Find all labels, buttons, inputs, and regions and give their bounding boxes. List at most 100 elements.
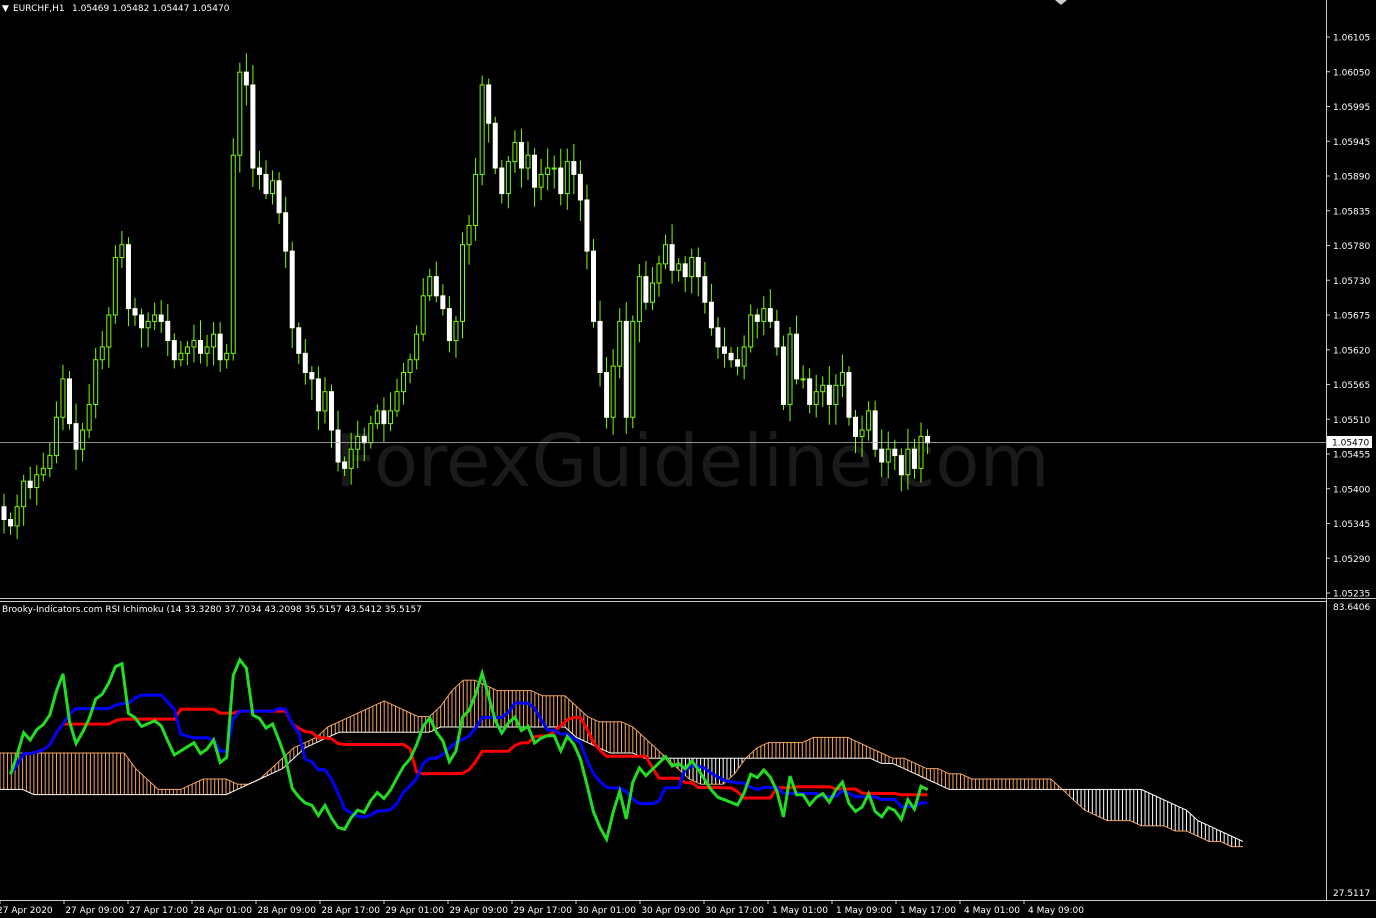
candle-body [80, 429, 86, 450]
candle-body [826, 384, 832, 405]
watermark-text: ForexGuideline.com [335, 419, 1050, 503]
current-price-label: 1.05470 [1332, 439, 1369, 449]
candle-body [401, 372, 407, 393]
candle-body [53, 416, 59, 457]
price-tick-label: 1.05400 [1333, 485, 1370, 495]
price-tick-label: 1.05995 [1333, 103, 1370, 113]
time-tick-label: 1 May 01:00 [772, 906, 828, 916]
time-tick-label: 1 May 17:00 [900, 906, 956, 916]
candle-body [689, 256, 695, 278]
ohlc-label: 1.05469 1.05482 1.05447 1.05470 [72, 4, 230, 14]
candle-body [309, 372, 315, 380]
candle-body [918, 435, 924, 469]
candle-body [315, 378, 321, 412]
candle-body [820, 384, 826, 393]
candle-body [178, 352, 184, 361]
price-tick-label: 1.05455 [1333, 451, 1370, 461]
time-tick-label: 30 Apr 09:00 [641, 906, 700, 916]
candle-body [394, 391, 400, 412]
price-tick-label: 1.05510 [1333, 416, 1370, 426]
candle-body [925, 435, 931, 444]
candle-body [446, 308, 452, 342]
candle-body [433, 276, 439, 297]
time-tick-label: 29 Apr 09:00 [449, 906, 508, 916]
candle-body [414, 333, 420, 361]
candle-body [663, 244, 669, 265]
candle-body [47, 455, 53, 469]
candle-body [545, 167, 551, 175]
indicator-label: Brooky-Indicators.com RSI Ichimoku (14 3… [2, 605, 422, 615]
candle-body [473, 173, 479, 227]
candle-body [420, 295, 426, 335]
collapse-triangle-icon[interactable]: ▼ [2, 4, 9, 14]
candle-body [407, 359, 413, 374]
candle-body [243, 71, 249, 86]
candle-body [741, 346, 747, 367]
candle-body [643, 276, 649, 303]
candle-body [597, 320, 603, 374]
indicator-min-label: 27.5117 [1333, 889, 1370, 899]
candle-body [702, 276, 708, 303]
price-tick-label: 1.05235 [1333, 590, 1370, 600]
candle-body [682, 263, 688, 278]
candle-body [551, 167, 557, 170]
candle-body [486, 84, 492, 124]
time-tick-label: 29 Apr 17:00 [513, 906, 572, 916]
candle-body [119, 244, 125, 258]
candle-body [106, 314, 112, 348]
candle-body [807, 378, 813, 405]
candle-body [872, 410, 878, 450]
candle-body [564, 161, 570, 195]
candle-body [610, 365, 616, 418]
candle-body [898, 455, 904, 476]
candle-body [335, 429, 341, 463]
price-tick-label: 1.05890 [1333, 173, 1370, 183]
time-tick-label: 4 May 09:00 [1028, 906, 1084, 916]
candle-body [774, 320, 780, 348]
candle-body [302, 352, 308, 374]
candle-body [800, 378, 806, 381]
candle-body [237, 71, 243, 156]
candle-body [171, 340, 177, 361]
candle-body [145, 320, 151, 329]
candle-body [361, 435, 367, 444]
candle-body [754, 314, 760, 322]
candle-body [230, 154, 236, 354]
candle-body [735, 359, 741, 367]
price-tick-label: 1.06050 [1333, 68, 1370, 78]
candle-body [911, 448, 917, 469]
candle-body [86, 403, 92, 431]
price-tick-label: 1.05730 [1333, 277, 1370, 287]
candle-body [1, 506, 7, 521]
candle-body [571, 161, 577, 175]
candle-body [676, 263, 682, 271]
chart-window[interactable]: ForexGuideline.com 1.06105 1.06050 1.05995… [0, 0, 1376, 918]
candle-body [460, 244, 465, 322]
candle-body [112, 256, 118, 316]
candle-body [584, 199, 590, 252]
candle-body [532, 154, 538, 188]
candle-body [158, 314, 164, 322]
candle-body [342, 461, 348, 469]
time-tick-label: 30 Apr 17:00 [705, 906, 764, 916]
candle-body [839, 372, 845, 386]
indicator-max-label: 83.6406 [1333, 603, 1370, 613]
candle-body [813, 391, 819, 405]
price-tick-label: 1.05945 [1333, 138, 1370, 148]
candle-body [905, 448, 911, 476]
price-tick-label: 1.05290 [1333, 555, 1370, 565]
price-tick-label: 1.05835 [1333, 207, 1370, 217]
time-tick-label: 28 Apr 09:00 [257, 906, 316, 916]
price-tick-label: 1.05345 [1333, 520, 1370, 530]
candle-body [715, 327, 721, 348]
candle-body [256, 167, 262, 175]
candle-body [669, 244, 675, 271]
candle-body [99, 346, 105, 361]
candle-body [198, 340, 203, 354]
candle-body [322, 391, 328, 412]
candle-body [67, 378, 72, 425]
candle-body [866, 410, 872, 431]
candle-body [139, 314, 145, 329]
candle-body [427, 276, 433, 297]
candle-body [853, 416, 858, 437]
